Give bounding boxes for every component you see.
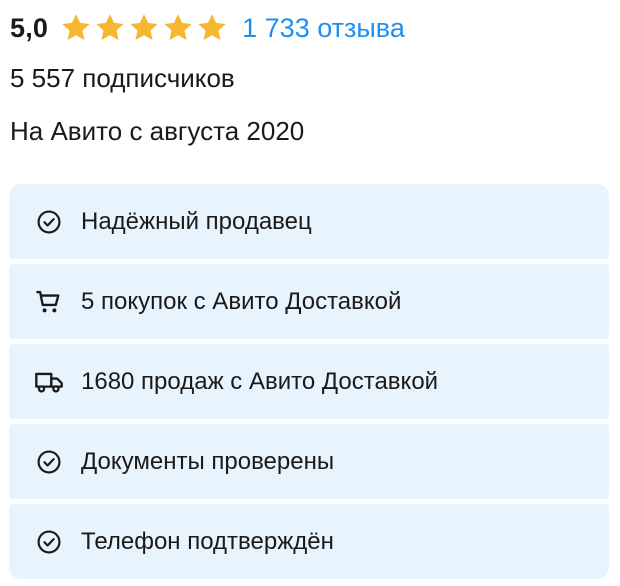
star-icon (130, 14, 158, 40)
cart-icon (34, 287, 64, 317)
badge-purchases: 5 покупок с Авито Доставкой (9, 264, 609, 339)
star-icon (164, 14, 192, 40)
seller-badges-list: Надёжный продавец 5 покупок с Авито Дост… (9, 184, 609, 584)
rating-row: 5,0 1 733 отзыва (10, 8, 405, 48)
check-circle-icon (34, 447, 64, 477)
subscribers-count: 5 557 подписчиков (10, 63, 235, 93)
badge-label: Телефон подтверждён (81, 527, 334, 555)
badge-sales: 1680 продаж с Авито Доставкой (9, 344, 609, 419)
star-icon (198, 14, 226, 40)
member-since: На Авито с августа 2020 (10, 116, 305, 146)
rating-value: 5,0 (10, 12, 49, 43)
check-circle-icon (34, 207, 64, 237)
badge-label: Документы проверены (81, 447, 335, 475)
star-icon (96, 14, 124, 40)
badge-label: Надёжный продавец (81, 207, 312, 235)
badge-label: 5 покупок с Авито Доставкой (81, 287, 402, 315)
reviews-link[interactable]: 1 733 отзыва (242, 13, 405, 44)
badge-phone-confirmed: Телефон подтверждён (9, 504, 609, 579)
truck-icon (34, 367, 64, 397)
badge-label: 1680 продаж с Авито Доставкой (81, 367, 439, 395)
badge-documents-verified: Документы проверены (9, 424, 609, 499)
badge-reliable-seller: Надёжный продавец (9, 184, 609, 259)
star-icon (62, 14, 90, 40)
check-circle-icon (34, 527, 64, 557)
rating-stars (60, 12, 228, 44)
